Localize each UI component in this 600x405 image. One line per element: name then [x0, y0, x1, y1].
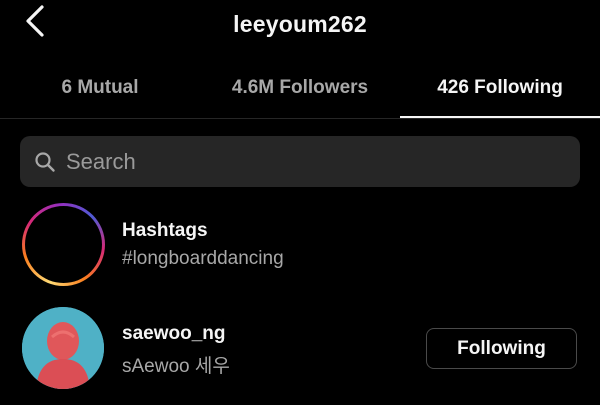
hashtags-subtitle: #longboarddancing	[122, 248, 284, 269]
following-button[interactable]: Following	[426, 328, 577, 369]
list-item-user[interactable]: saewoo_ng sAewoo 세우 Following	[0, 303, 600, 393]
following-screen: leeyoum262 6 Mutual 4.6M Followers 426 F…	[0, 0, 600, 405]
header: leeyoum262	[0, 0, 600, 50]
tab-mutual[interactable]: 6 Mutual	[0, 58, 200, 118]
search-bar[interactable]	[20, 136, 580, 187]
search-input[interactable]	[66, 141, 580, 182]
user-text: saewoo_ng sAewoo 세우	[122, 323, 230, 378]
tab-bar: 6 Mutual 4.6M Followers 426 Following	[0, 58, 600, 118]
avatar[interactable]	[22, 307, 104, 389]
search-icon	[34, 151, 56, 173]
user-fullname: sAewoo 세우	[122, 356, 230, 377]
hashtag-icon	[47, 222, 81, 267]
tabs-divider	[0, 118, 600, 119]
hashtags-text: Hashtags #longboarddancing	[122, 220, 284, 270]
hashtags-title: Hashtags	[122, 220, 208, 241]
list-item-hashtags[interactable]: Hashtags #longboarddancing	[0, 200, 600, 290]
tab-followers[interactable]: 4.6M Followers	[200, 58, 400, 118]
tab-following[interactable]: 426 Following	[400, 58, 600, 118]
hashtag-avatar	[22, 203, 105, 286]
username: saewoo_ng	[122, 323, 226, 344]
page-title: leeyoum262	[233, 11, 367, 37]
